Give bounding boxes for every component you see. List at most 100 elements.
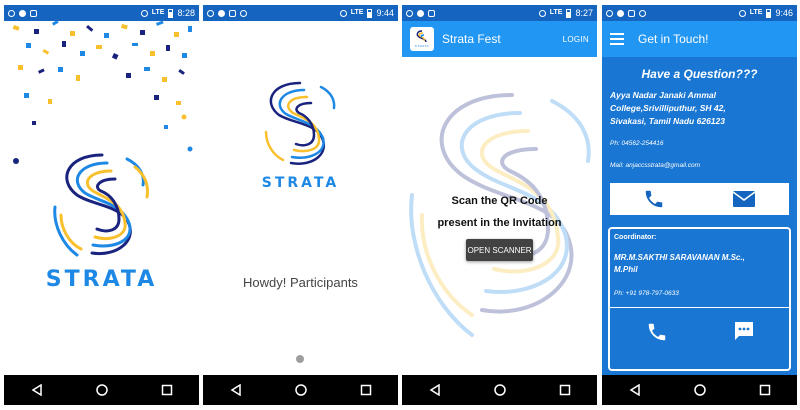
home-button[interactable] bbox=[286, 375, 316, 405]
college-mail[interactable]: Mail: anjaccsstrata@gmail.com bbox=[610, 162, 700, 169]
address-line-3: Sivakasi, Tamil Nadu 626123 bbox=[610, 116, 725, 126]
network-label: LTE bbox=[350, 9, 364, 16]
coordinator-divider bbox=[610, 307, 789, 308]
clock: 8:27 bbox=[575, 8, 593, 18]
system-nav-bar bbox=[203, 375, 398, 405]
wifi-icon bbox=[538, 9, 546, 17]
wifi-icon bbox=[339, 9, 347, 17]
coordinator-message-button[interactable] bbox=[732, 319, 756, 343]
screen-get-in-touch: LTE 9:46 Get in Touch! Have a Question??… bbox=[602, 5, 797, 405]
notification-icon bbox=[8, 9, 15, 17]
brand-wordmark: STRATA bbox=[45, 267, 158, 292]
home-circle-icon bbox=[294, 384, 307, 396]
network-label: LTE bbox=[549, 9, 563, 16]
coordinator-name-line-1: MR.M.SAKTHI SARAVANAN M.Sc., bbox=[614, 253, 745, 262]
envelope-icon bbox=[732, 191, 756, 207]
back-triangle-icon bbox=[629, 384, 640, 396]
facebook-icon bbox=[606, 9, 613, 17]
coordinator-card: Coordinator: MR.M.SAKTHI SARAVANAN M.Sc.… bbox=[608, 227, 791, 371]
system-nav-bar bbox=[602, 375, 797, 405]
address-block: Ayya Nadar Janaki Ammal College,Srivilli… bbox=[610, 89, 790, 128]
home-button[interactable] bbox=[485, 375, 515, 405]
back-triangle-icon bbox=[429, 384, 440, 396]
image-icon bbox=[428, 9, 435, 17]
app-logo-text: STRATA bbox=[414, 44, 430, 48]
screen-splash-confetti: LTE 8:28 STRATA bbox=[4, 5, 199, 405]
battery-icon bbox=[168, 8, 174, 18]
network-label: LTE bbox=[749, 9, 763, 16]
back-button[interactable] bbox=[221, 375, 251, 405]
recents-button[interactable] bbox=[152, 375, 182, 405]
wifi-icon bbox=[738, 9, 746, 17]
greeting-text: Howdy! Participants bbox=[243, 275, 358, 290]
page-indicator-dot[interactable] bbox=[296, 355, 304, 363]
phone-icon bbox=[646, 190, 663, 208]
contact-heading: Have a Question??? bbox=[641, 67, 758, 81]
system-nav-bar bbox=[402, 375, 597, 405]
image-icon bbox=[30, 9, 37, 17]
strata-fingerprint-logo bbox=[53, 153, 149, 257]
status-bar: LTE 8:28 bbox=[4, 5, 199, 21]
phone-icon bbox=[648, 323, 666, 341]
brand-wordmark: STRATA bbox=[261, 175, 340, 191]
whatsapp-icon bbox=[417, 9, 424, 17]
facebook-icon bbox=[207, 9, 214, 17]
contact-actions bbox=[610, 183, 789, 215]
strata-fingerprint-logo bbox=[264, 81, 336, 165]
college-phone[interactable]: Ph: 04562-254416 bbox=[610, 140, 664, 147]
battery-icon bbox=[566, 8, 572, 18]
coordinator-call-button[interactable] bbox=[646, 321, 668, 343]
system-nav-bar bbox=[4, 375, 199, 405]
recents-button[interactable] bbox=[750, 375, 780, 405]
instruction-line-2: present in the Invitation bbox=[437, 217, 562, 229]
instruction-line-1: Scan the QR Code bbox=[451, 195, 548, 207]
message-icon bbox=[229, 9, 236, 17]
app-bar: Get in Touch! bbox=[602, 21, 797, 57]
recents-square-icon bbox=[161, 384, 172, 396]
back-button[interactable] bbox=[420, 375, 450, 405]
home-circle-icon bbox=[95, 384, 108, 396]
app-logo: STRATA bbox=[410, 27, 434, 51]
app-bar: STRATA Strata Fest LOGIN bbox=[402, 21, 597, 57]
whatsapp-icon bbox=[218, 9, 225, 17]
back-button[interactable] bbox=[22, 375, 52, 405]
network-label: LTE bbox=[151, 9, 165, 16]
address-line-2: College,Srivilliputhur, SH 42, bbox=[610, 103, 726, 113]
screen-scan-qr: LTE 8:27 STRATA Strata Fest LOGIN Scan t… bbox=[402, 5, 597, 405]
home-button[interactable] bbox=[87, 375, 117, 405]
app-title: Get in Touch! bbox=[638, 32, 709, 46]
address-line-1: Ayya Nadar Janaki Ammal bbox=[610, 90, 716, 100]
whatsapp-icon bbox=[617, 9, 624, 17]
status-bar: LTE 9:46 bbox=[602, 5, 797, 21]
back-button[interactable] bbox=[620, 375, 650, 405]
notification-icon bbox=[406, 9, 413, 17]
recents-square-icon bbox=[759, 384, 770, 396]
home-circle-icon bbox=[493, 384, 506, 396]
back-triangle-icon bbox=[31, 384, 42, 396]
recents-square-icon bbox=[559, 384, 570, 396]
chat-bubble-icon bbox=[735, 322, 753, 340]
home-button[interactable] bbox=[685, 375, 715, 405]
clock: 8:28 bbox=[177, 8, 195, 18]
fingerprint-background bbox=[409, 93, 591, 337]
recents-button[interactable] bbox=[550, 375, 580, 405]
open-scanner-button[interactable]: OPEN SCANNER bbox=[466, 239, 533, 261]
wifi-icon bbox=[140, 9, 148, 17]
coordinator-phone[interactable]: Ph: +91 978-797-0633 bbox=[614, 290, 679, 297]
screen-howdy: LTE 9:44 STRATA Howdy! Participants bbox=[203, 5, 398, 405]
coordinator-label: Coordinator: bbox=[614, 234, 657, 241]
recents-button[interactable] bbox=[351, 375, 381, 405]
whatsapp-icon bbox=[19, 9, 26, 17]
app-title: Strata Fest bbox=[442, 32, 501, 46]
call-button[interactable] bbox=[643, 188, 665, 210]
clock: 9:46 bbox=[775, 8, 793, 18]
coordinator-name-line-2: M.Phil bbox=[614, 265, 638, 274]
fingerprint-icon bbox=[416, 30, 427, 43]
menu-icon[interactable] bbox=[610, 33, 624, 45]
status-bar: LTE 8:27 bbox=[402, 5, 597, 21]
status-bar: LTE 9:44 bbox=[203, 5, 398, 21]
back-triangle-icon bbox=[230, 384, 241, 396]
recents-square-icon bbox=[360, 384, 371, 396]
email-button[interactable] bbox=[732, 189, 756, 209]
login-button[interactable]: LOGIN bbox=[563, 35, 589, 44]
